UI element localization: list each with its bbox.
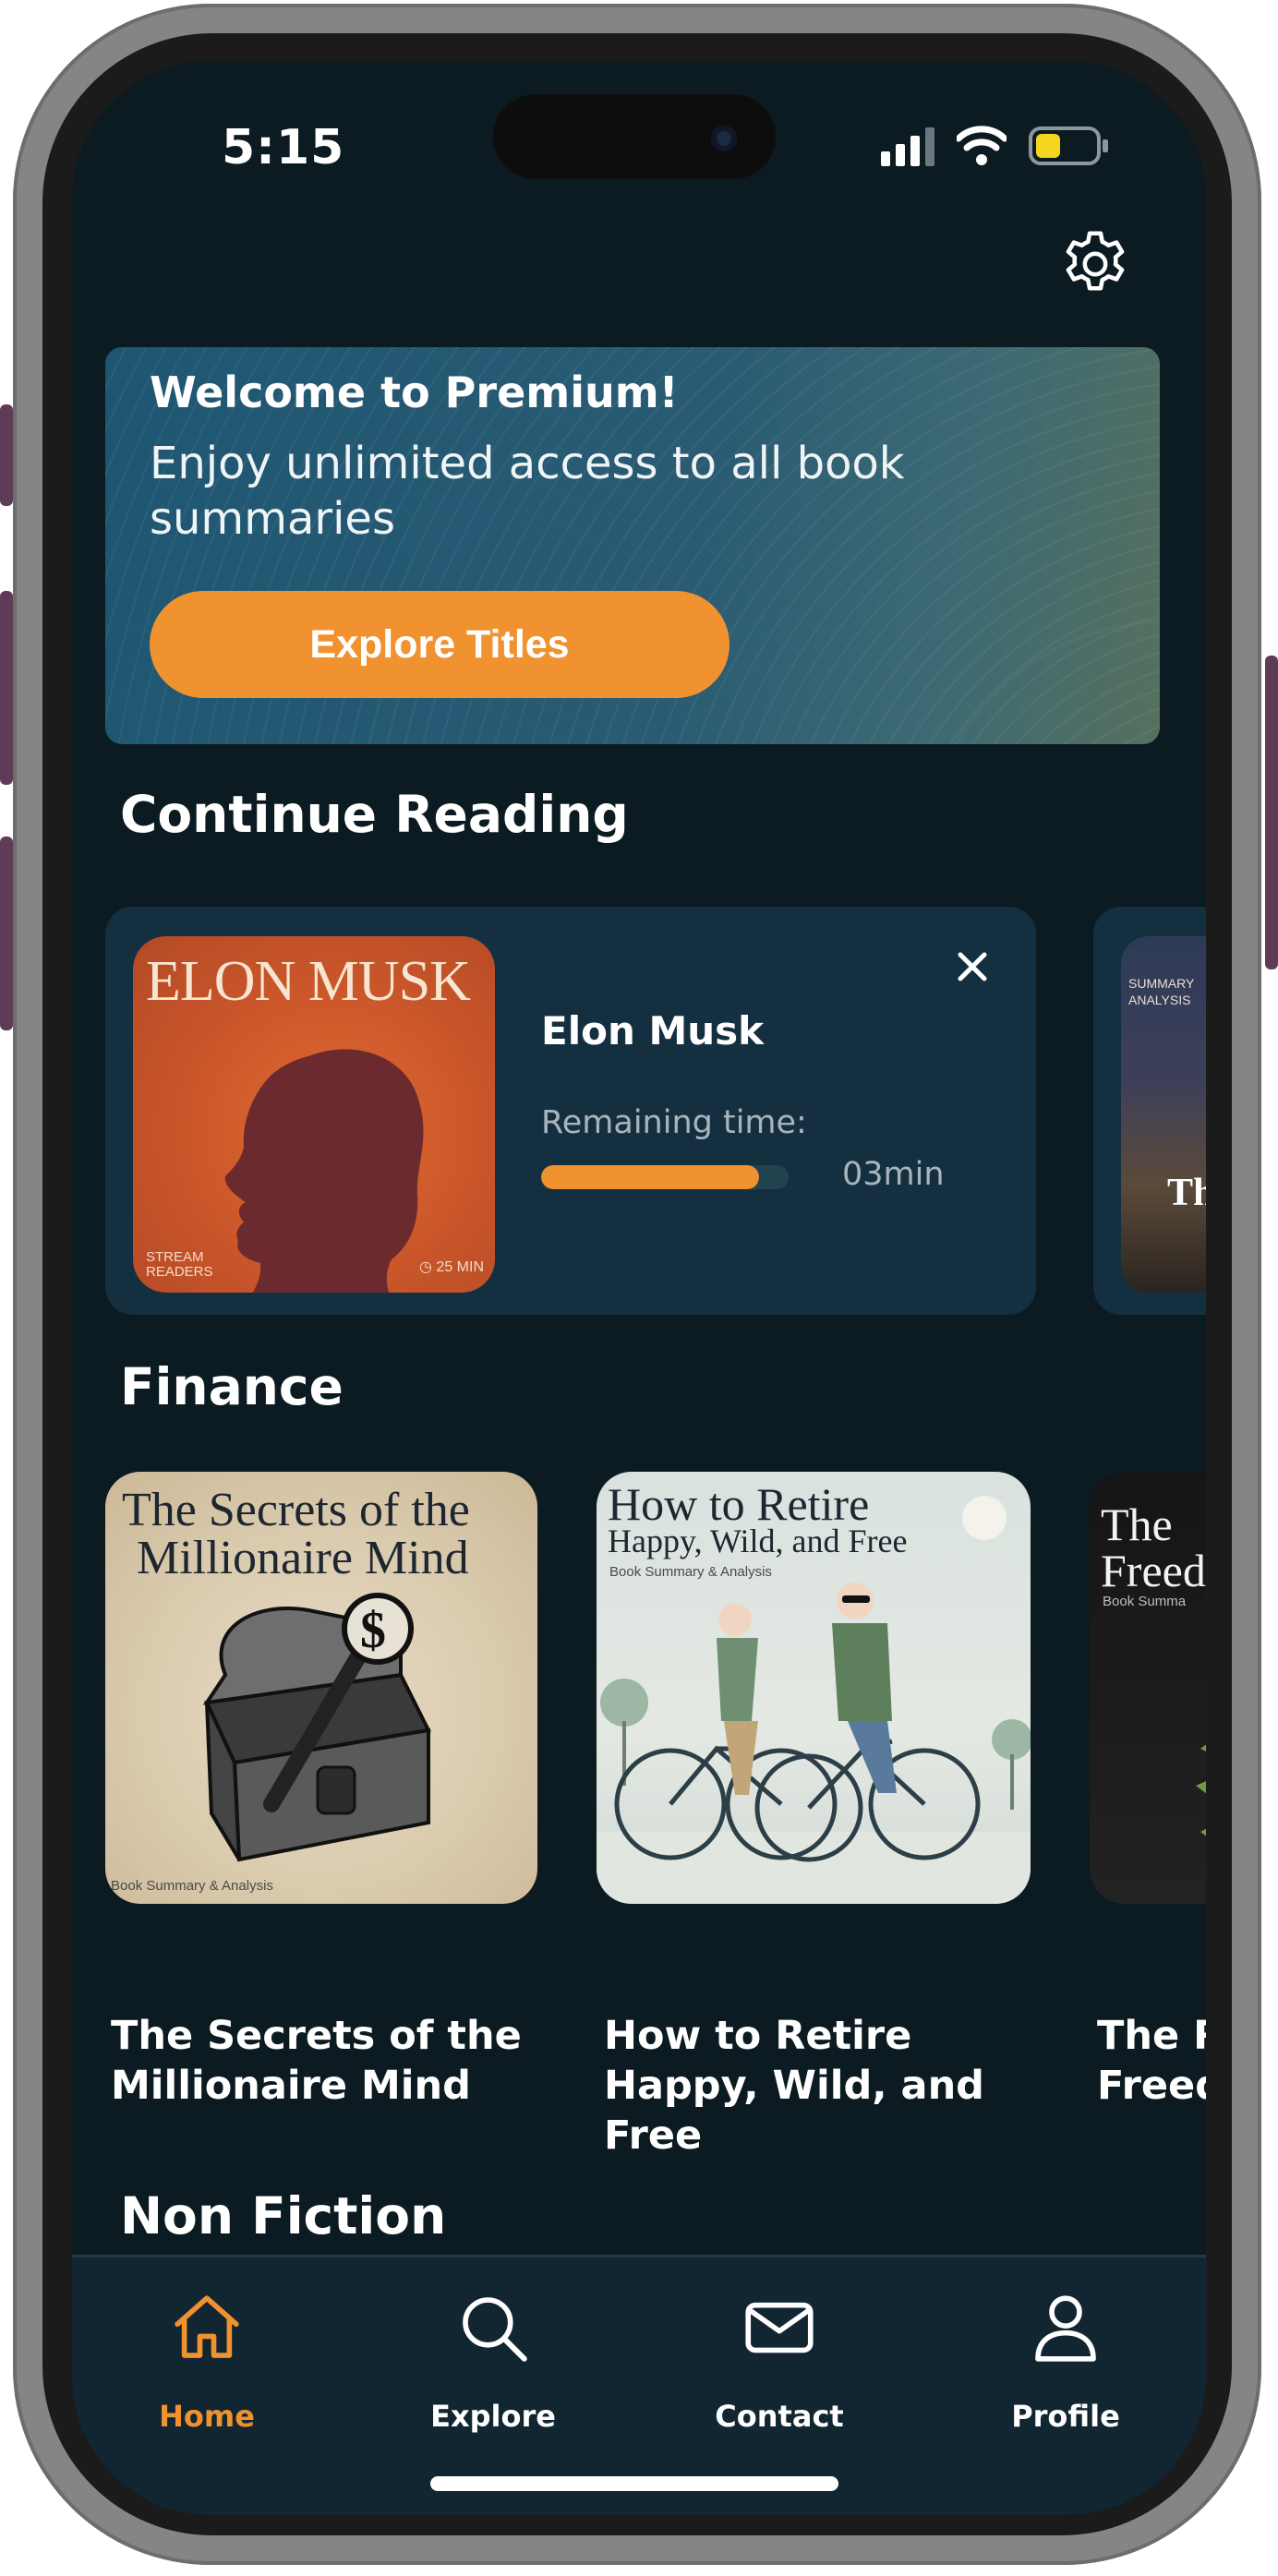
svg-text:$: $ — [360, 1602, 386, 1659]
nav-item-contact[interactable]: Contact — [678, 2286, 881, 2434]
silhouette-icon — [224, 1049, 424, 1293]
reading-progress-bar — [541, 1165, 789, 1189]
cover-duration: ◷ 25 MIN — [419, 1259, 484, 1275]
close-icon[interactable] — [949, 944, 995, 990]
remaining-time-label: Remaining time: — [541, 1104, 807, 1141]
book-cover-third[interactable]: The Freed Book Summa — [1090, 1472, 1206, 1904]
nav-item-home[interactable]: Home — [105, 2286, 308, 2434]
cover-title-line2: Happy, Wild, and Free — [608, 1523, 908, 1559]
peek-cover-text: SUMMARY ANALYSIS — [1128, 976, 1195, 1007]
nav-label: Home — [159, 2399, 255, 2434]
cover-brand: STREAM READERS — [146, 1249, 213, 1280]
cover-title-line2: Millionaire Mind — [137, 1532, 469, 1584]
book-cover-secrets-millionaire-mind[interactable]: The Secrets of the Millionaire Mind $ Bo… — [105, 1472, 537, 1904]
reading-progress-fill — [541, 1165, 759, 1189]
book-cover-how-to-retire[interactable]: How to Retire Happy, Wild, and Free Book… — [597, 1472, 1031, 1904]
status-time: 5:15 — [222, 120, 345, 175]
treasure-chest-icon: $ — [202, 1593, 431, 1862]
cover-duration-text: 25 MIN — [436, 1259, 484, 1275]
book-cover-elon-musk[interactable]: ELON MUSK STREAM READERS ◷ 25 MIN — [133, 936, 495, 1293]
non-fiction-heading: Non Fiction — [120, 2186, 447, 2245]
power-button — [1265, 656, 1278, 969]
nav-label: Contact — [715, 2399, 844, 2434]
nav-item-profile[interactable]: Profile — [964, 2286, 1167, 2434]
book-title-third[interactable]: The RFreed — [1097, 2011, 1206, 2111]
banner-title: Welcome to Premium! — [150, 367, 679, 417]
peek-cover-title: Th — [1167, 1172, 1206, 1214]
sun-icon — [962, 1496, 1007, 1540]
nav-label: Explore — [430, 2399, 556, 2434]
continue-reading-book-title: Elon Musk — [541, 1008, 765, 1053]
plant-illustration — [1196, 1744, 1206, 1836]
nav-item-explore[interactable]: Explore — [392, 2286, 595, 2434]
continue-reading-heading: Continue Reading — [120, 785, 629, 844]
camera-icon — [711, 126, 737, 151]
settings-gear-icon[interactable] — [1056, 225, 1134, 303]
nav-label: Profile — [1011, 2399, 1120, 2434]
cover-title-line1: The Secrets of the — [122, 1484, 470, 1536]
volume-up-button — [0, 591, 13, 785]
finance-heading: Finance — [120, 1357, 344, 1416]
remaining-time-value: 03min — [842, 1156, 945, 1193]
battery-icon — [1029, 126, 1108, 165]
book-title-secrets-millionaire-mind[interactable]: The Secrets of the Millionaire Mind — [111, 2011, 536, 2111]
user-icon — [1035, 2295, 1096, 2362]
search-icon — [463, 2297, 527, 2362]
wifi-icon — [957, 126, 1007, 165]
app-screen: 5:15 Welcome to Premium! Enjoy unlimited… — [72, 61, 1206, 2515]
mail-icon — [745, 2302, 814, 2353]
cover-title-line2: Freed — [1101, 1545, 1206, 1596]
banner-subtitle: Enjoy unlimited access to all book summa… — [150, 438, 905, 545]
home-indicator[interactable] — [430, 2476, 838, 2491]
action-button — [0, 404, 13, 506]
cover-tag: Book Summary & Analysis — [609, 1564, 772, 1580]
home-icon — [175, 2295, 239, 2358]
cyclists-illustration — [597, 1583, 1031, 1904]
book-title-how-to-retire[interactable]: How to Retire Happy, Wild, and Free — [604, 2011, 1029, 2161]
cover-tag: Book Summa — [1103, 1594, 1187, 1609]
signal-icon — [881, 127, 934, 166]
explore-titles-button[interactable]: Explore Titles — [150, 591, 729, 698]
book-cover-next[interactable]: SUMMARY ANALYSIS Th — [1121, 936, 1206, 1293]
volume-down-button — [0, 837, 13, 1030]
cover-title: ELON MUSK — [146, 950, 471, 1013]
cover-tag: Book Summary & Analysis — [111, 1878, 273, 1894]
